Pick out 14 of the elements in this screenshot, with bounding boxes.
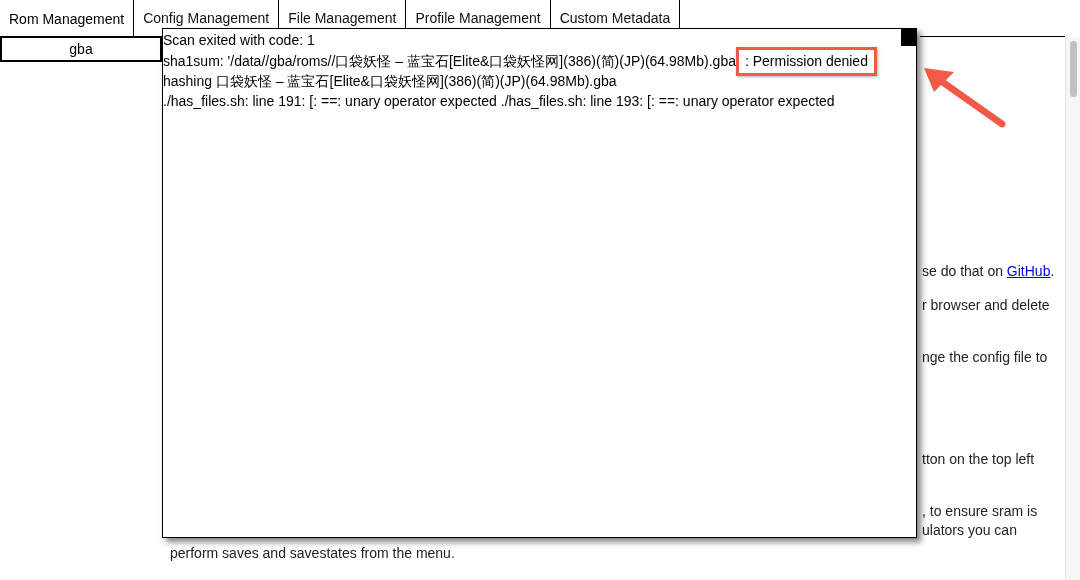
- body-text: perform saves and savestates from the menu.: [170, 544, 455, 563]
- body-text: se do that on GitHub.: [922, 262, 1055, 281]
- subtab[interactable]: gba: [0, 36, 162, 62]
- body-text: ulators you can: [922, 521, 1018, 540]
- log-line: ./has_files.sh: line 191: [: ==: unary operator expected ./has_files.sh: line 193: [: ==: unary operator expected: [163, 91, 835, 111]
- body-text: , to ensure sram is: [922, 502, 1039, 521]
- body-text: nge the config file to: [922, 348, 1049, 367]
- log-line: hashing 口袋妖怪 – 蓝宝石[Elite&口袋妖怪网](386)(简)(JP)(64.98Mb).gba: [163, 72, 617, 91]
- scrollbar[interactable]: [1065, 37, 1080, 580]
- log-line: sha1sum: '/data//gba/roms//口袋妖怪 – 蓝宝石[Elite&口袋妖怪网](386)(简)(JP)(64.98Mb).gba: [163, 51, 736, 71]
- body-text: tton on the top left: [922, 450, 1036, 469]
- close-button[interactable]: [901, 29, 916, 46]
- body-text: r browser and delete: [922, 296, 1051, 315]
- highlighted-error: : Permission denied: [735, 46, 877, 76]
